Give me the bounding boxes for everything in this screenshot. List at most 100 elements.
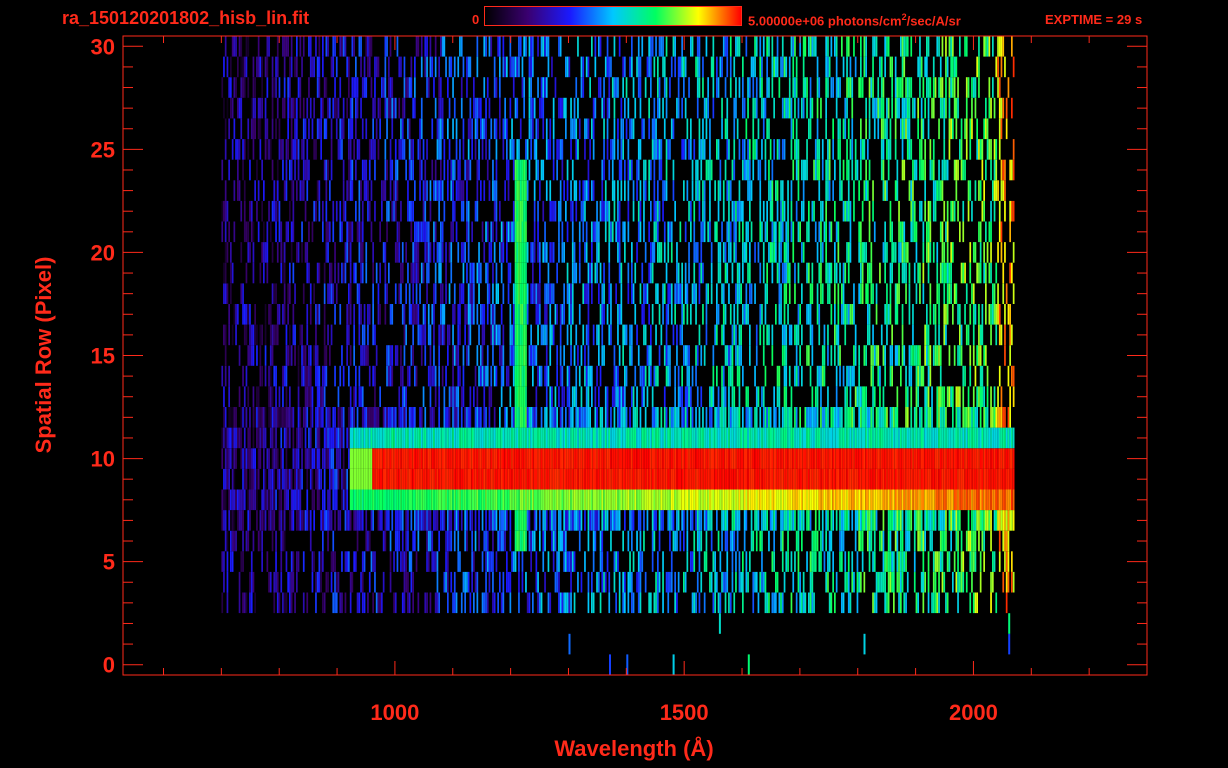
- heatmap-cell: [978, 510, 980, 531]
- heatmap-cell: [780, 427, 782, 449]
- heatmap-cell: [584, 489, 586, 511]
- heatmap-cell: [643, 489, 645, 511]
- heatmap-cell: [407, 530, 409, 552]
- heatmap-cell: [1004, 345, 1006, 366]
- heatmap-cell: [299, 468, 302, 490]
- heatmap-cell: [936, 262, 939, 284]
- heatmap-cell: [528, 530, 531, 552]
- heatmap-cell: [506, 571, 508, 593]
- heatmap-cell: [389, 530, 392, 552]
- heatmap-cell: [795, 448, 798, 469]
- heatmap-cell: [698, 283, 701, 304]
- heatmap-cell: [755, 571, 758, 593]
- heatmap-cell: [547, 427, 550, 449]
- heatmap-cell: [315, 407, 317, 428]
- heatmap-cell: [934, 324, 937, 346]
- heatmap-cell: [738, 571, 741, 593]
- heatmap-cell: [870, 345, 873, 366]
- heatmap-cell: [651, 304, 654, 325]
- heatmap-cell: [785, 448, 788, 469]
- heatmap-cell: [801, 427, 803, 449]
- heatmap-cell: [853, 489, 855, 511]
- heatmap-cell: [986, 427, 989, 449]
- heatmap-cell: [721, 221, 723, 243]
- heatmap-cell: [969, 427, 972, 449]
- heatmap-cell: [971, 510, 973, 531]
- heatmap-cell: [637, 551, 640, 572]
- heatmap-cell: [891, 427, 893, 449]
- heatmap-cell: [865, 489, 867, 511]
- heatmap-cell: [490, 510, 493, 531]
- heatmap-cell: [801, 510, 803, 531]
- heatmap-cell: [707, 283, 709, 304]
- heatmap-cell: [821, 345, 824, 366]
- heatmap-cell: [775, 468, 777, 490]
- heatmap-cell: [983, 551, 985, 572]
- heatmap-cell: [502, 324, 505, 346]
- heatmap-cell: [717, 427, 720, 449]
- heatmap-cell: [686, 386, 689, 407]
- heatmap-cell: [726, 468, 729, 490]
- heatmap-cell: [228, 304, 230, 325]
- heatmap-cell: [528, 592, 531, 614]
- heatmap-cell: [651, 468, 654, 490]
- heatmap-cell: [735, 489, 737, 511]
- heatmap-cell: [506, 448, 508, 469]
- heatmap-cell: [894, 530, 897, 552]
- heatmap-cell: [705, 448, 708, 469]
- heatmap-cell: [670, 407, 673, 428]
- heatmap-cell: [768, 468, 770, 490]
- heatmap-cell: [939, 386, 942, 407]
- heatmap-cell: [884, 221, 886, 243]
- heatmap-cell: [276, 407, 279, 428]
- heatmap-cell: [565, 530, 567, 552]
- heatmap-cell: [566, 427, 569, 449]
- heatmap-cell: [700, 489, 703, 511]
- heatmap-cell: [315, 592, 317, 614]
- heatmap-cell: [559, 468, 562, 490]
- heatmap-cell: [525, 448, 527, 469]
- heatmap-cell: [601, 468, 604, 490]
- heatmap-cell: [773, 592, 775, 614]
- heatmap-cell: [669, 510, 671, 531]
- heatmap-cell: [820, 386, 822, 407]
- heatmap-cell: [870, 407, 873, 428]
- heatmap-cell: [322, 386, 324, 407]
- heatmap-cell: [587, 468, 590, 490]
- heatmap-cell: [853, 345, 855, 366]
- heatmap-cell: [464, 510, 466, 531]
- heatmap-cell: [733, 242, 736, 263]
- heatmap-cell: [424, 448, 427, 469]
- heatmap-cell: [655, 592, 657, 614]
- heatmap-cell: [622, 324, 624, 346]
- heatmap-cell: [330, 324, 333, 346]
- heatmap-cell: [643, 283, 645, 304]
- heatmap-cell: [542, 427, 545, 449]
- heatmap-cell: [259, 530, 262, 552]
- heatmap-cell: [289, 592, 291, 614]
- heatmap-cell: [773, 427, 775, 449]
- heatmap-cell: [943, 571, 946, 593]
- heatmap-cell: [294, 324, 296, 346]
- heatmap-cell: [309, 345, 312, 366]
- heatmap-cell: [596, 448, 598, 469]
- heatmap-cell: [518, 530, 520, 552]
- heatmap-cell: [263, 448, 265, 469]
- heatmap-cell: [519, 386, 522, 407]
- heatmap-cell: [905, 468, 907, 490]
- heatmap-cell: [657, 283, 659, 304]
- heatmap-cell: [898, 221, 900, 243]
- heatmap-cell: [332, 448, 335, 469]
- heatmap-cell: [521, 468, 524, 490]
- heatmap-cell: [653, 221, 656, 243]
- heatmap-cell: [231, 262, 234, 284]
- heatmap-cell: [962, 221, 965, 243]
- heatmap-cell: [693, 551, 696, 572]
- heatmap-cell: [759, 221, 762, 243]
- heatmap-cell: [271, 448, 274, 469]
- heatmap-cell: [858, 530, 860, 552]
- heatmap-cell: [250, 592, 253, 614]
- heatmap-cell: [820, 407, 822, 428]
- heatmap-cell: [801, 592, 803, 614]
- heatmap-cell: [953, 489, 956, 511]
